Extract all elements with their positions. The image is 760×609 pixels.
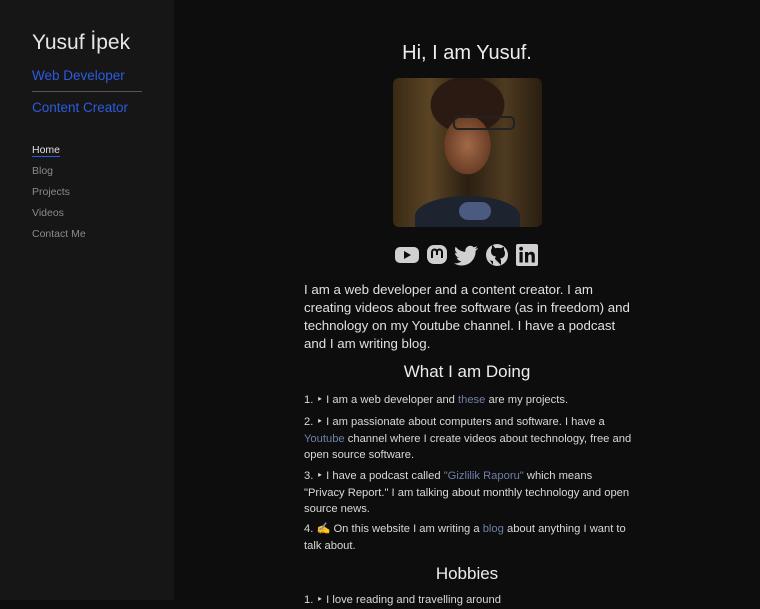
mastodon-icon[interactable] — [424, 243, 450, 267]
nav-projects[interactable]: Projects — [32, 185, 86, 199]
nav-contact-me[interactable]: Contact Me — [32, 227, 86, 241]
what-i-am-doing-heading: What I am Doing — [403, 362, 531, 381]
nav-videos[interactable]: Videos — [32, 206, 86, 220]
sidebar: Yusuf İpek Web Developer Content Creator… — [0, 0, 174, 600]
doing-item-4-pre: 4. ✍ On this website I am writing a — [304, 523, 483, 535]
intro-paragraph: I am a web developer and a content creat… — [304, 282, 630, 351]
glasses-detail — [453, 116, 515, 130]
twitter-icon[interactable] — [454, 243, 480, 267]
nav-blog[interactable]: Blog — [32, 164, 86, 178]
doing-item-3-pre: 3. ‣ I have a podcast called — [304, 470, 444, 482]
doing-item-1-pre: 1. ‣ I am a web developer and — [304, 394, 458, 406]
headphones-detail — [459, 202, 491, 220]
doing-item-2-post: channel where I create videos about tech… — [304, 432, 632, 462]
nav-home[interactable]: Home — [32, 143, 86, 157]
hobby-item-1: 1. ‣ I love reading and travelling aroun… — [304, 594, 501, 606]
doing-item-1: 1. ‣ I am a web developer and these are … — [304, 392, 634, 409]
divider — [32, 91, 142, 92]
role-web-developer: Web Developer — [32, 68, 125, 83]
podcast-link[interactable]: "Gizlilik Raporu" — [444, 470, 524, 482]
doing-item-4: 4. ✍ On this website I am writing a blog… — [304, 521, 634, 554]
youtube-icon[interactable] — [394, 243, 420, 267]
youtube-link[interactable]: Youtube — [304, 433, 345, 445]
projects-link[interactable]: these — [458, 394, 485, 406]
doing-item-2-pre: 2. ‣ I am passionate about computers and… — [304, 416, 605, 428]
main-nav: Home Blog Projects Videos Contact Me — [32, 143, 86, 248]
doing-item-2: 2. ‣ I am passionate about computers and… — [304, 414, 634, 464]
social-links — [394, 243, 540, 267]
blog-link[interactable]: blog — [483, 523, 504, 535]
role-content-creator: Content Creator — [32, 100, 129, 115]
github-icon[interactable] — [484, 243, 510, 267]
linkedin-icon[interactable] — [514, 243, 540, 267]
profile-photo — [393, 78, 542, 227]
hobbies-heading: Hobbies — [435, 564, 499, 583]
site-name[interactable]: Yusuf İpek — [32, 31, 130, 55]
greeting-heading: Hi, I am Yusuf. — [402, 42, 532, 64]
doing-item-3: 3. ‣ I have a podcast called "Gizlilik R… — [304, 468, 634, 518]
doing-item-1-post: are my projects. — [485, 394, 569, 406]
